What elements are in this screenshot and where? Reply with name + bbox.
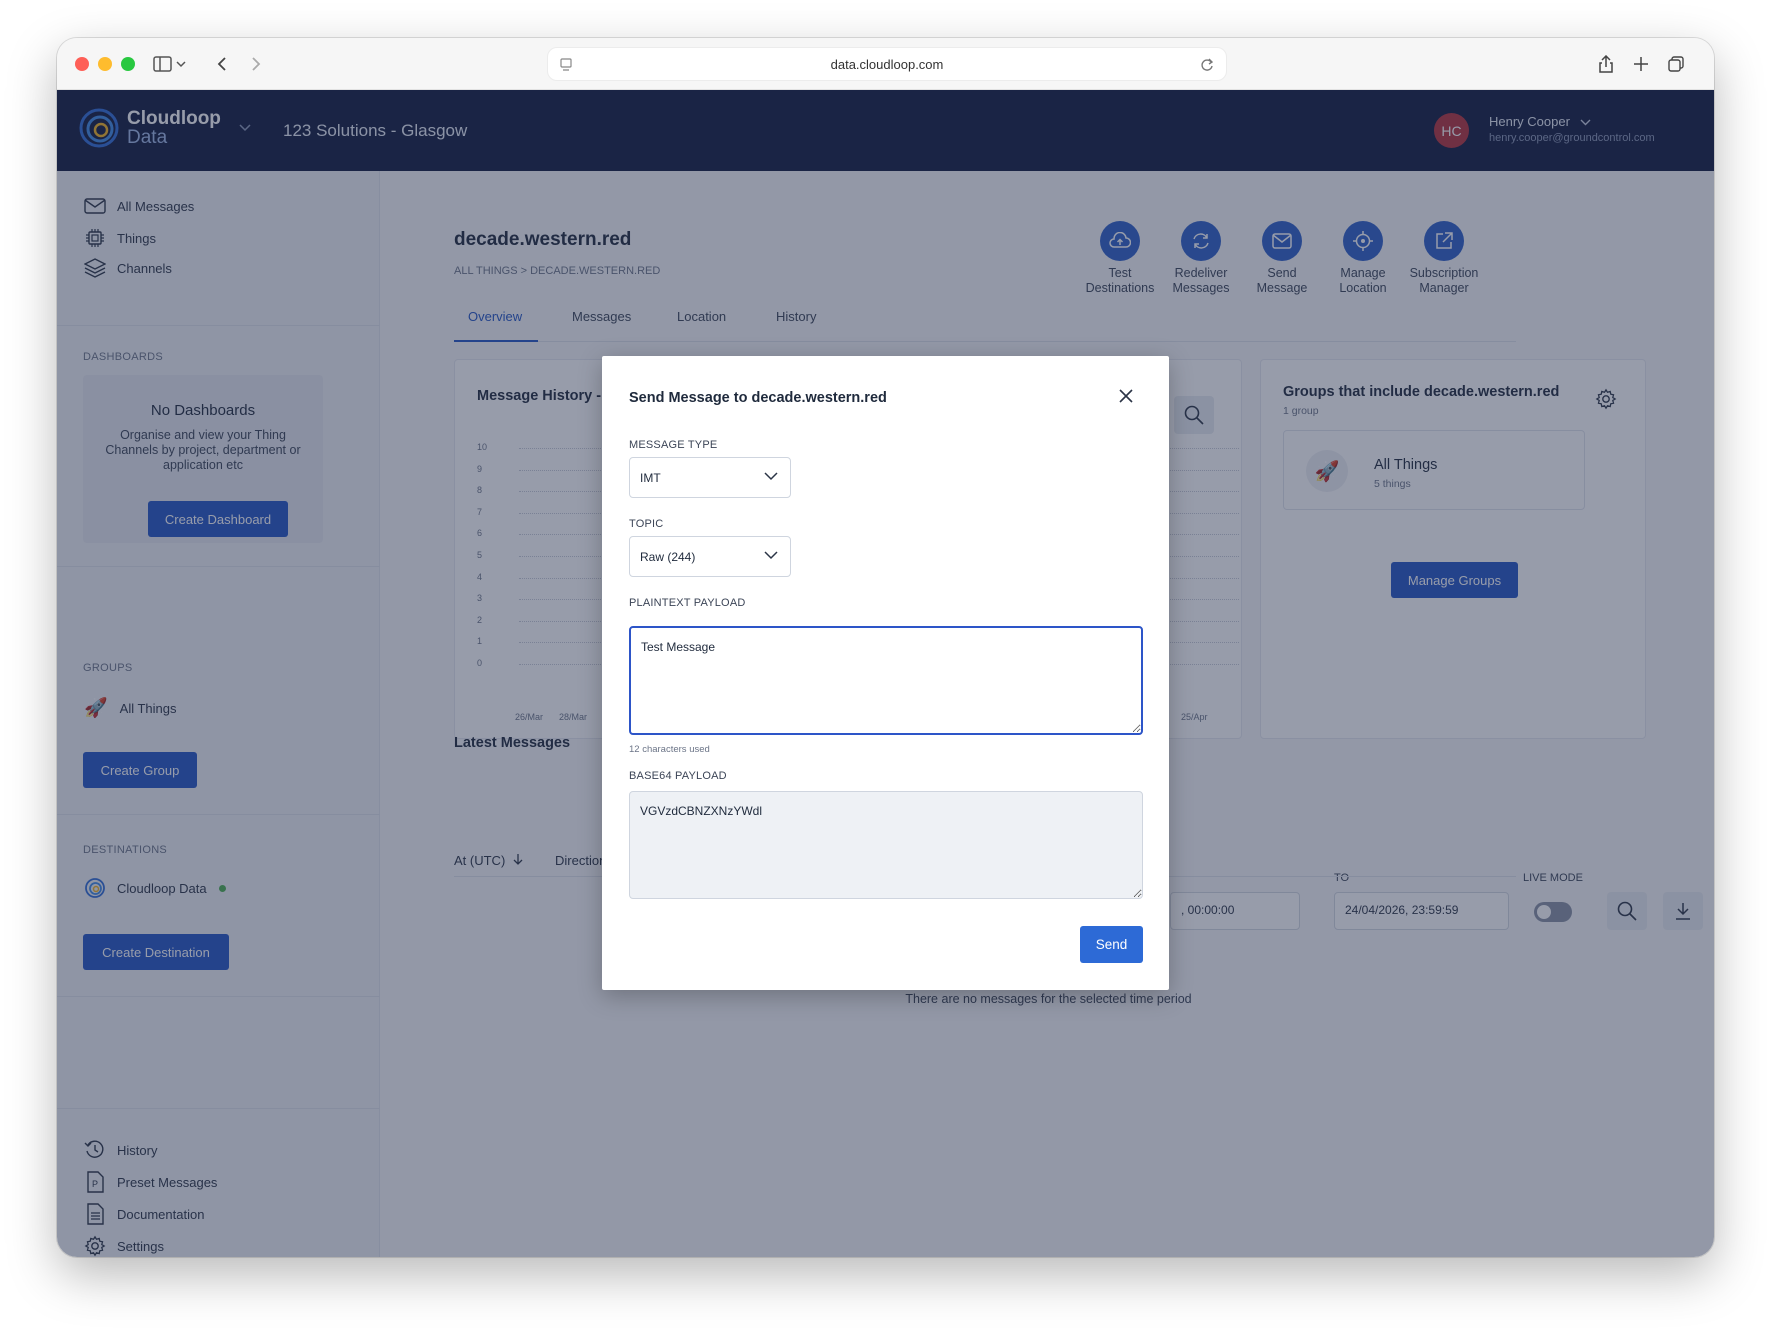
share-icon xyxy=(1599,55,1613,73)
tabs-icon xyxy=(1668,56,1684,72)
tab-overview-button[interactable] xyxy=(1661,49,1691,79)
base64-payload-input[interactable]: VGVzdCBNZXNzYWdl xyxy=(629,791,1143,899)
plaintext-payload-label: PLAINTEXT PAYLOAD xyxy=(629,597,746,609)
sidebar-toggle-button[interactable] xyxy=(145,49,195,79)
send-button[interactable]: Send xyxy=(1080,926,1143,963)
maximize-window-button[interactable] xyxy=(121,57,135,71)
back-button[interactable] xyxy=(207,49,237,79)
send-message-dialog: Send Message to decade.western.red MESSA… xyxy=(602,356,1169,990)
close-dialog-button[interactable] xyxy=(1116,386,1136,406)
browser-window: data.cloudloop.com Cloudloop Data 123 So… xyxy=(57,38,1714,1257)
message-type-select[interactable]: IMT xyxy=(629,457,791,498)
plaintext-payload-input[interactable]: Test Message xyxy=(629,626,1143,735)
character-count: 12 characters used xyxy=(629,744,710,755)
browser-toolbar: data.cloudloop.com xyxy=(57,38,1714,90)
topic-value: Raw (244) xyxy=(640,550,696,564)
chevron-right-icon xyxy=(252,57,261,71)
chevron-left-icon xyxy=(217,57,226,71)
url-text: data.cloudloop.com xyxy=(830,57,944,72)
new-tab-button[interactable] xyxy=(1626,49,1656,79)
close-window-button[interactable] xyxy=(75,57,89,71)
reload-icon[interactable] xyxy=(1200,58,1214,72)
chevron-down-icon xyxy=(764,551,778,560)
close-icon xyxy=(1119,389,1133,403)
dialog-title: Send Message to decade.western.red xyxy=(629,390,887,406)
address-bar[interactable]: data.cloudloop.com xyxy=(547,47,1227,81)
share-button[interactable] xyxy=(1591,49,1621,79)
topic-label: TOPIC xyxy=(629,518,664,530)
message-type-value: IMT xyxy=(640,471,661,485)
plus-icon xyxy=(1634,57,1648,71)
message-type-label: MESSAGE TYPE xyxy=(629,439,718,451)
forward-button[interactable] xyxy=(241,49,271,79)
topic-select[interactable]: Raw (244) xyxy=(629,536,791,577)
base64-payload-label: BASE64 PAYLOAD xyxy=(629,770,727,782)
sidebar-icon xyxy=(153,56,186,72)
minimize-window-button[interactable] xyxy=(98,57,112,71)
chevron-down-icon xyxy=(764,472,778,481)
